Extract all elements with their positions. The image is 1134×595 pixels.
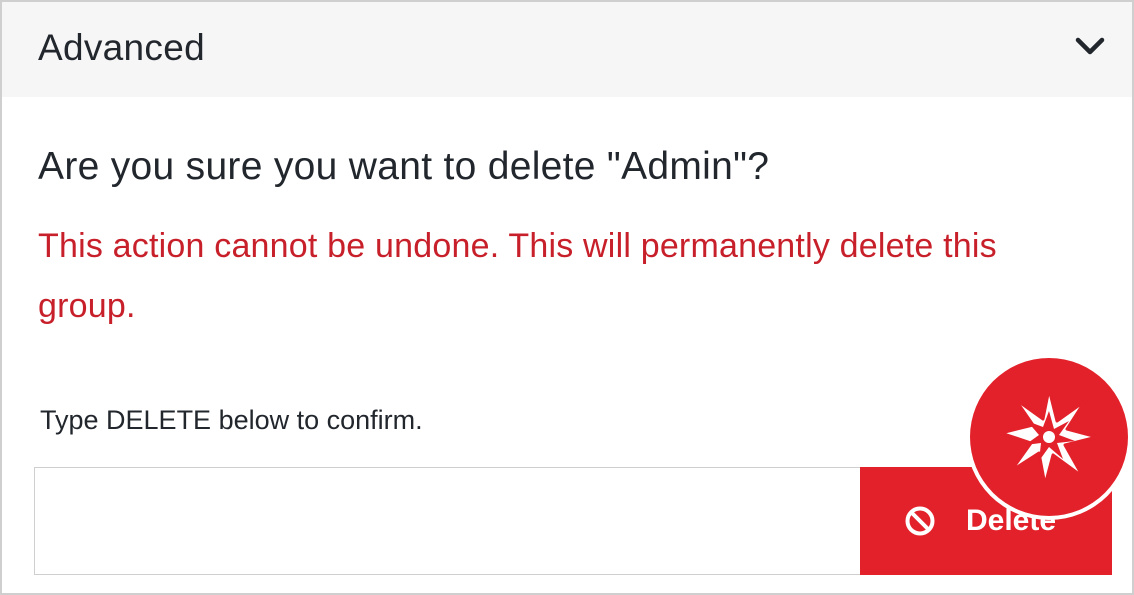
section-title: Advanced: [38, 27, 205, 68]
brand-badge: [970, 358, 1128, 516]
advanced-section-header[interactable]: Advanced: [2, 2, 1132, 97]
confirm-instruction-label: Type DELETE below to confirm.: [40, 405, 423, 435]
delete-warning-text: This action cannot be undone. This will …: [38, 227, 997, 325]
ban-icon: [905, 506, 935, 536]
chevron-down-icon[interactable]: [1070, 30, 1110, 64]
delete-confirm-question: Are you sure you want to delete "Admin"?: [38, 145, 770, 188]
advanced-panel: Advanced Are you sure you want to delete…: [0, 0, 1134, 595]
starburst-logo-icon: [999, 387, 1099, 487]
confirm-delete-input[interactable]: [34, 467, 862, 575]
